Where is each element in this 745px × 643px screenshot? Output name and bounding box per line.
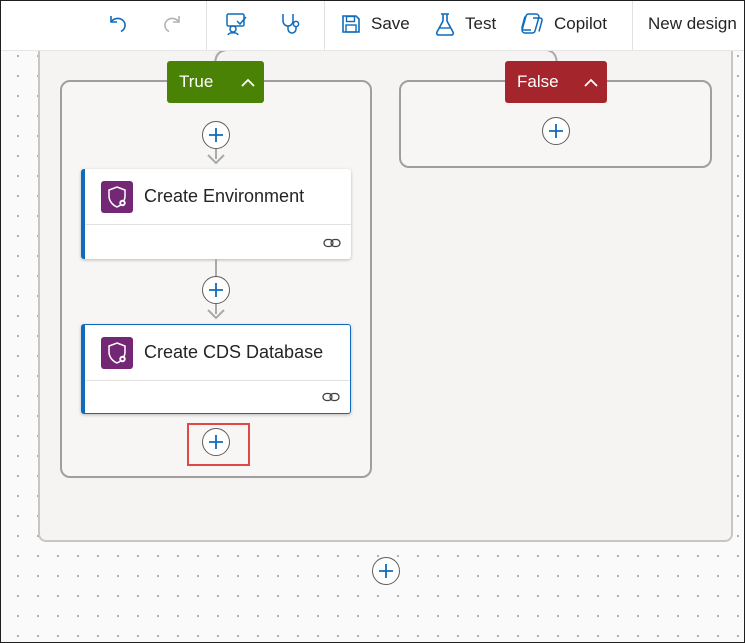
action-card-header: Create CDS Database <box>85 325 350 381</box>
link-icon[interactable] <box>322 391 340 403</box>
undo-icon <box>110 16 126 33</box>
new-designer-toggle[interactable]: New design <box>648 0 737 48</box>
false-branch-header[interactable]: False <box>505 61 607 103</box>
collapse-chevron-icon[interactable] <box>575 61 607 103</box>
false-branch-label: False <box>517 72 559 91</box>
plus-icon <box>549 124 563 138</box>
stethoscope-icon <box>282 14 300 34</box>
plus-icon <box>209 128 223 142</box>
undo-button[interactable] <box>106 0 130 48</box>
arrow-down-icon <box>207 154 225 165</box>
redo-icon <box>164 16 180 33</box>
flask-icon <box>435 13 455 36</box>
link-icon[interactable] <box>323 237 341 249</box>
action-title: Create CDS Database <box>144 342 324 362</box>
flow-checker-icon <box>226 13 247 36</box>
toolbar-separator <box>324 0 325 50</box>
toolbar-separator <box>206 0 207 50</box>
copilot-label: Copilot <box>554 14 607 33</box>
action-title: Create Environment <box>144 186 305 206</box>
save-button[interactable]: Save <box>340 0 410 48</box>
add-step-button[interactable] <box>202 121 230 149</box>
add-step-button[interactable] <box>372 557 400 585</box>
connector-line <box>215 259 217 277</box>
save-label: Save <box>371 14 410 33</box>
highlight-box <box>187 423 250 466</box>
redo-button[interactable] <box>160 0 184 48</box>
action-card-header: Create Environment <box>85 169 351 225</box>
new-designer-label: New design <box>648 14 737 33</box>
flow-checker-button[interactable] <box>224 0 250 48</box>
action-card-create-environment[interactable]: Create Environment <box>81 169 351 259</box>
admin-shield-icon <box>101 180 133 213</box>
save-icon <box>342 15 360 33</box>
plus-icon <box>209 283 223 297</box>
admin-shield-icon <box>101 336 133 369</box>
test-button[interactable]: Test <box>434 0 496 48</box>
health-check-button[interactable] <box>279 0 305 48</box>
true-branch-label: True <box>179 72 214 91</box>
copilot-button[interactable]: Copilot <box>519 0 607 48</box>
collapse-chevron-icon[interactable] <box>232 61 264 103</box>
plus-icon <box>379 564 393 578</box>
copilot-icon <box>521 13 543 34</box>
true-branch-header[interactable]: True <box>167 61 264 103</box>
add-step-button[interactable] <box>202 276 230 304</box>
test-label: Test <box>465 14 497 33</box>
action-card-create-cds-database[interactable]: Create CDS Database <box>81 324 351 414</box>
add-step-button[interactable] <box>542 117 570 145</box>
toolbar-separator <box>632 0 633 50</box>
arrow-down-icon <box>207 309 225 320</box>
designer-toolbar: Save Test Copilot New design <box>0 0 745 51</box>
